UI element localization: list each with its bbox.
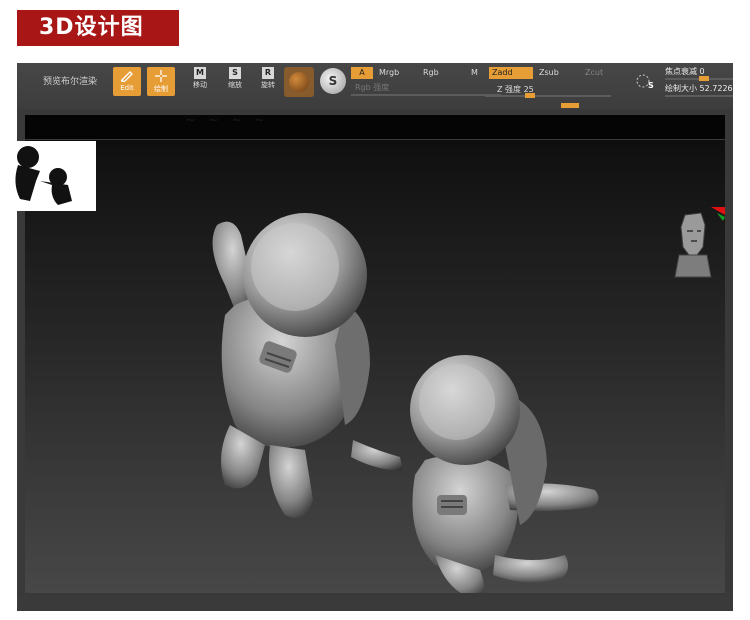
scale-icon: S — [229, 67, 241, 79]
z-intensity-slider[interactable] — [485, 95, 611, 97]
material-sphere-button[interactable] — [284, 67, 314, 97]
stroke-material-button[interactable]: S — [320, 68, 346, 94]
focal-shift-handle[interactable] — [699, 76, 709, 81]
rotate-icon: R — [262, 67, 274, 79]
draw-size-label: 绘制大小 52.7226 — [665, 84, 733, 93]
page-title-banner: 3D设计图 — [17, 10, 179, 46]
mode-zadd-toggle[interactable]: Zadd — [489, 67, 533, 79]
navigation-head-gizmo[interactable] — [667, 207, 725, 287]
edit-icon — [121, 71, 133, 83]
rgb-intensity-slider[interactable] — [351, 94, 501, 96]
viewport-top-bar — [25, 115, 725, 140]
brush-glyph: S — [648, 81, 654, 90]
reference-thumbnail — [0, 141, 96, 211]
mode-m-toggle[interactable]: M — [471, 67, 478, 79]
z-intensity-indicator — [561, 103, 579, 108]
rgb-intensity-label: Rgb 强度 — [355, 83, 390, 92]
canvas-viewport[interactable]: ~ ~ ~ ~ — [25, 115, 725, 593]
draw-size-slider[interactable] — [665, 95, 733, 97]
astronaut-silhouette-icon — [15, 146, 72, 205]
top-toolbar: 预览布尔渲染 Edit 绘制 M 移动 S 缩放 R 旋转 S A Mrgb R… — [17, 63, 733, 109]
rotate-button[interactable]: R 旋转 — [251, 67, 285, 97]
mode-rgb-toggle[interactable]: Rgb — [423, 67, 439, 79]
draw-button[interactable]: 绘制 — [147, 67, 175, 96]
draw-button-label: 绘制 — [154, 85, 168, 93]
scale-button[interactable]: S 缩放 — [218, 67, 252, 97]
mode-zcut-toggle[interactable]: Zcut — [585, 67, 603, 79]
sphere-icon — [289, 72, 309, 92]
watermark: ~ ~ ~ ~ — [185, 115, 269, 128]
zbrush-window: 预览布尔渲染 Edit 绘制 M 移动 S 缩放 R 旋转 S A Mrgb R… — [17, 63, 733, 611]
mode-mrgb-toggle[interactable]: Mrgb — [379, 67, 399, 79]
rotate-button-label: 旋转 — [261, 81, 275, 89]
scale-button-label: 缩放 — [228, 81, 242, 89]
draw-crosshair-icon — [155, 70, 167, 82]
z-intensity-handle[interactable] — [525, 93, 535, 98]
move-button-label: 移动 — [193, 81, 207, 89]
bottom-status-strip — [17, 596, 733, 611]
edit-button-label: Edit — [120, 84, 134, 92]
edit-button[interactable]: Edit — [113, 67, 141, 96]
mode-zsub-toggle[interactable]: Zsub — [539, 67, 559, 79]
astronaut-sculpt-model[interactable] — [175, 195, 655, 593]
mode-a-toggle[interactable]: A — [351, 67, 373, 79]
bpr-preview-button[interactable]: 预览布尔渲染 — [43, 74, 97, 87]
move-button[interactable]: M 移动 — [183, 67, 217, 97]
move-icon: M — [194, 67, 206, 79]
